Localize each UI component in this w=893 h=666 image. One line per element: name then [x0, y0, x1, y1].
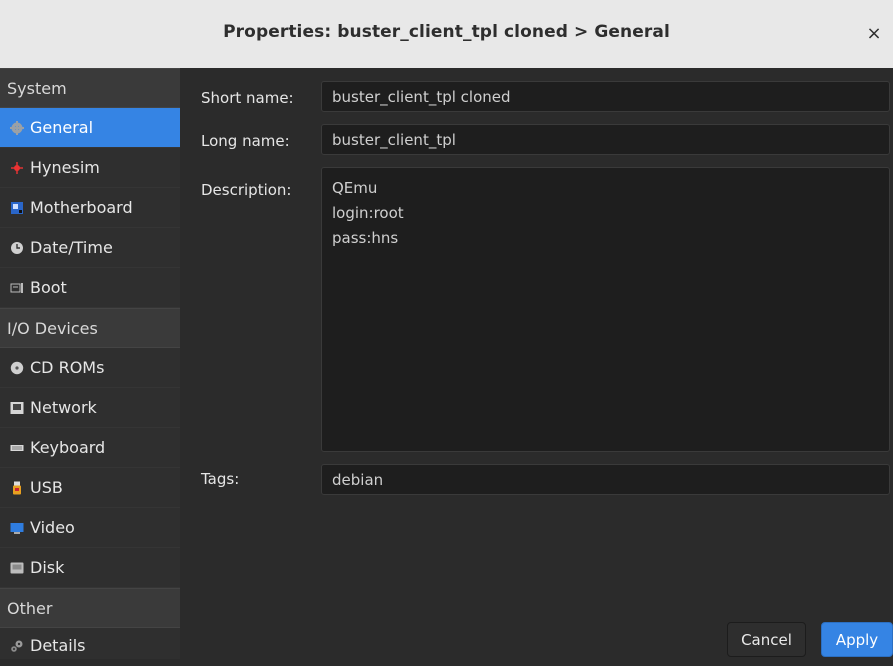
sidebar-item-usb[interactable]: USB: [0, 468, 180, 508]
sidebar-header-other: Other: [0, 588, 180, 628]
sidebar-item-hynesim[interactable]: Hynesim: [0, 148, 180, 188]
sidebar-item-label: Boot: [30, 278, 67, 297]
sidebar-item-label: Keyboard: [30, 438, 106, 457]
tags-input[interactable]: [321, 464, 890, 495]
long-name-label: Long name:: [201, 132, 290, 150]
short-name-input[interactable]: [321, 81, 890, 112]
title-bar[interactable]: Properties: buster_client_tpl cloned > G…: [0, 0, 893, 69]
apply-button[interactable]: Apply: [821, 622, 893, 657]
sidebar-item-label: Video: [30, 518, 75, 537]
sidebar: System General Hynesim Motherboard Date/…: [0, 68, 180, 659]
sidebar-item-keyboard[interactable]: Keyboard: [0, 428, 180, 468]
sidebar-item-label: Date/Time: [30, 238, 113, 257]
sidebar-item-label: USB: [30, 478, 63, 497]
sidebar-item-network[interactable]: Network: [0, 388, 180, 428]
properties-dialog: Properties: buster_client_tpl cloned > G…: [0, 0, 893, 659]
usb-icon: [10, 470, 24, 495]
long-name-input[interactable]: [321, 124, 890, 155]
sidebar-item-label: Hynesim: [30, 158, 100, 177]
network-icon: [10, 390, 24, 414]
sidebar-item-video[interactable]: Video: [0, 508, 180, 548]
sidebar-item-label: Details: [30, 636, 86, 655]
boot-icon: [10, 270, 24, 293]
sidebar-item-general[interactable]: General: [0, 108, 180, 148]
cancel-button[interactable]: Cancel: [727, 622, 806, 657]
sidebar-header-io-devices: I/O Devices: [0, 308, 180, 348]
sidebar-item-motherboard[interactable]: Motherboard: [0, 188, 180, 228]
sidebar-item-cd-roms[interactable]: CD ROMs: [0, 348, 180, 388]
gear-icon: [10, 110, 24, 135]
sidebar-item-label: General: [30, 118, 94, 137]
description-textarea[interactable]: QEmu login:root pass:hns: [321, 167, 890, 452]
sidebar-item-date-time[interactable]: Date/Time: [0, 228, 180, 268]
clock-icon: [10, 230, 24, 254]
disk-icon: [10, 550, 24, 574]
short-name-label: Short name:: [201, 89, 294, 107]
sidebar-item-details[interactable]: Details: [0, 628, 180, 659]
sidebar-header-system: System: [0, 68, 180, 108]
cdrom-icon: [10, 350, 24, 375]
hynesim-icon: [10, 150, 24, 174]
sidebar-item-label: Disk: [30, 558, 65, 577]
details-icon: [10, 630, 24, 652]
sidebar-item-boot[interactable]: Boot: [0, 268, 180, 308]
general-panel: Short name: Long name: Description: QEmu…: [180, 68, 893, 659]
sidebar-item-label: Motherboard: [30, 198, 133, 217]
description-label: Description:: [201, 181, 292, 199]
sidebar-item-label: CD ROMs: [30, 358, 105, 377]
video-icon: [10, 510, 24, 534]
window-title: Properties: buster_client_tpl cloned > G…: [223, 22, 670, 42]
sidebar-item-label: Network: [30, 398, 97, 417]
close-button[interactable]: ×: [861, 21, 887, 47]
motherboard-icon: [10, 190, 24, 214]
keyboard-icon: [10, 430, 24, 451]
tags-label: Tags:: [201, 470, 240, 488]
sidebar-item-disk[interactable]: Disk: [0, 548, 180, 588]
